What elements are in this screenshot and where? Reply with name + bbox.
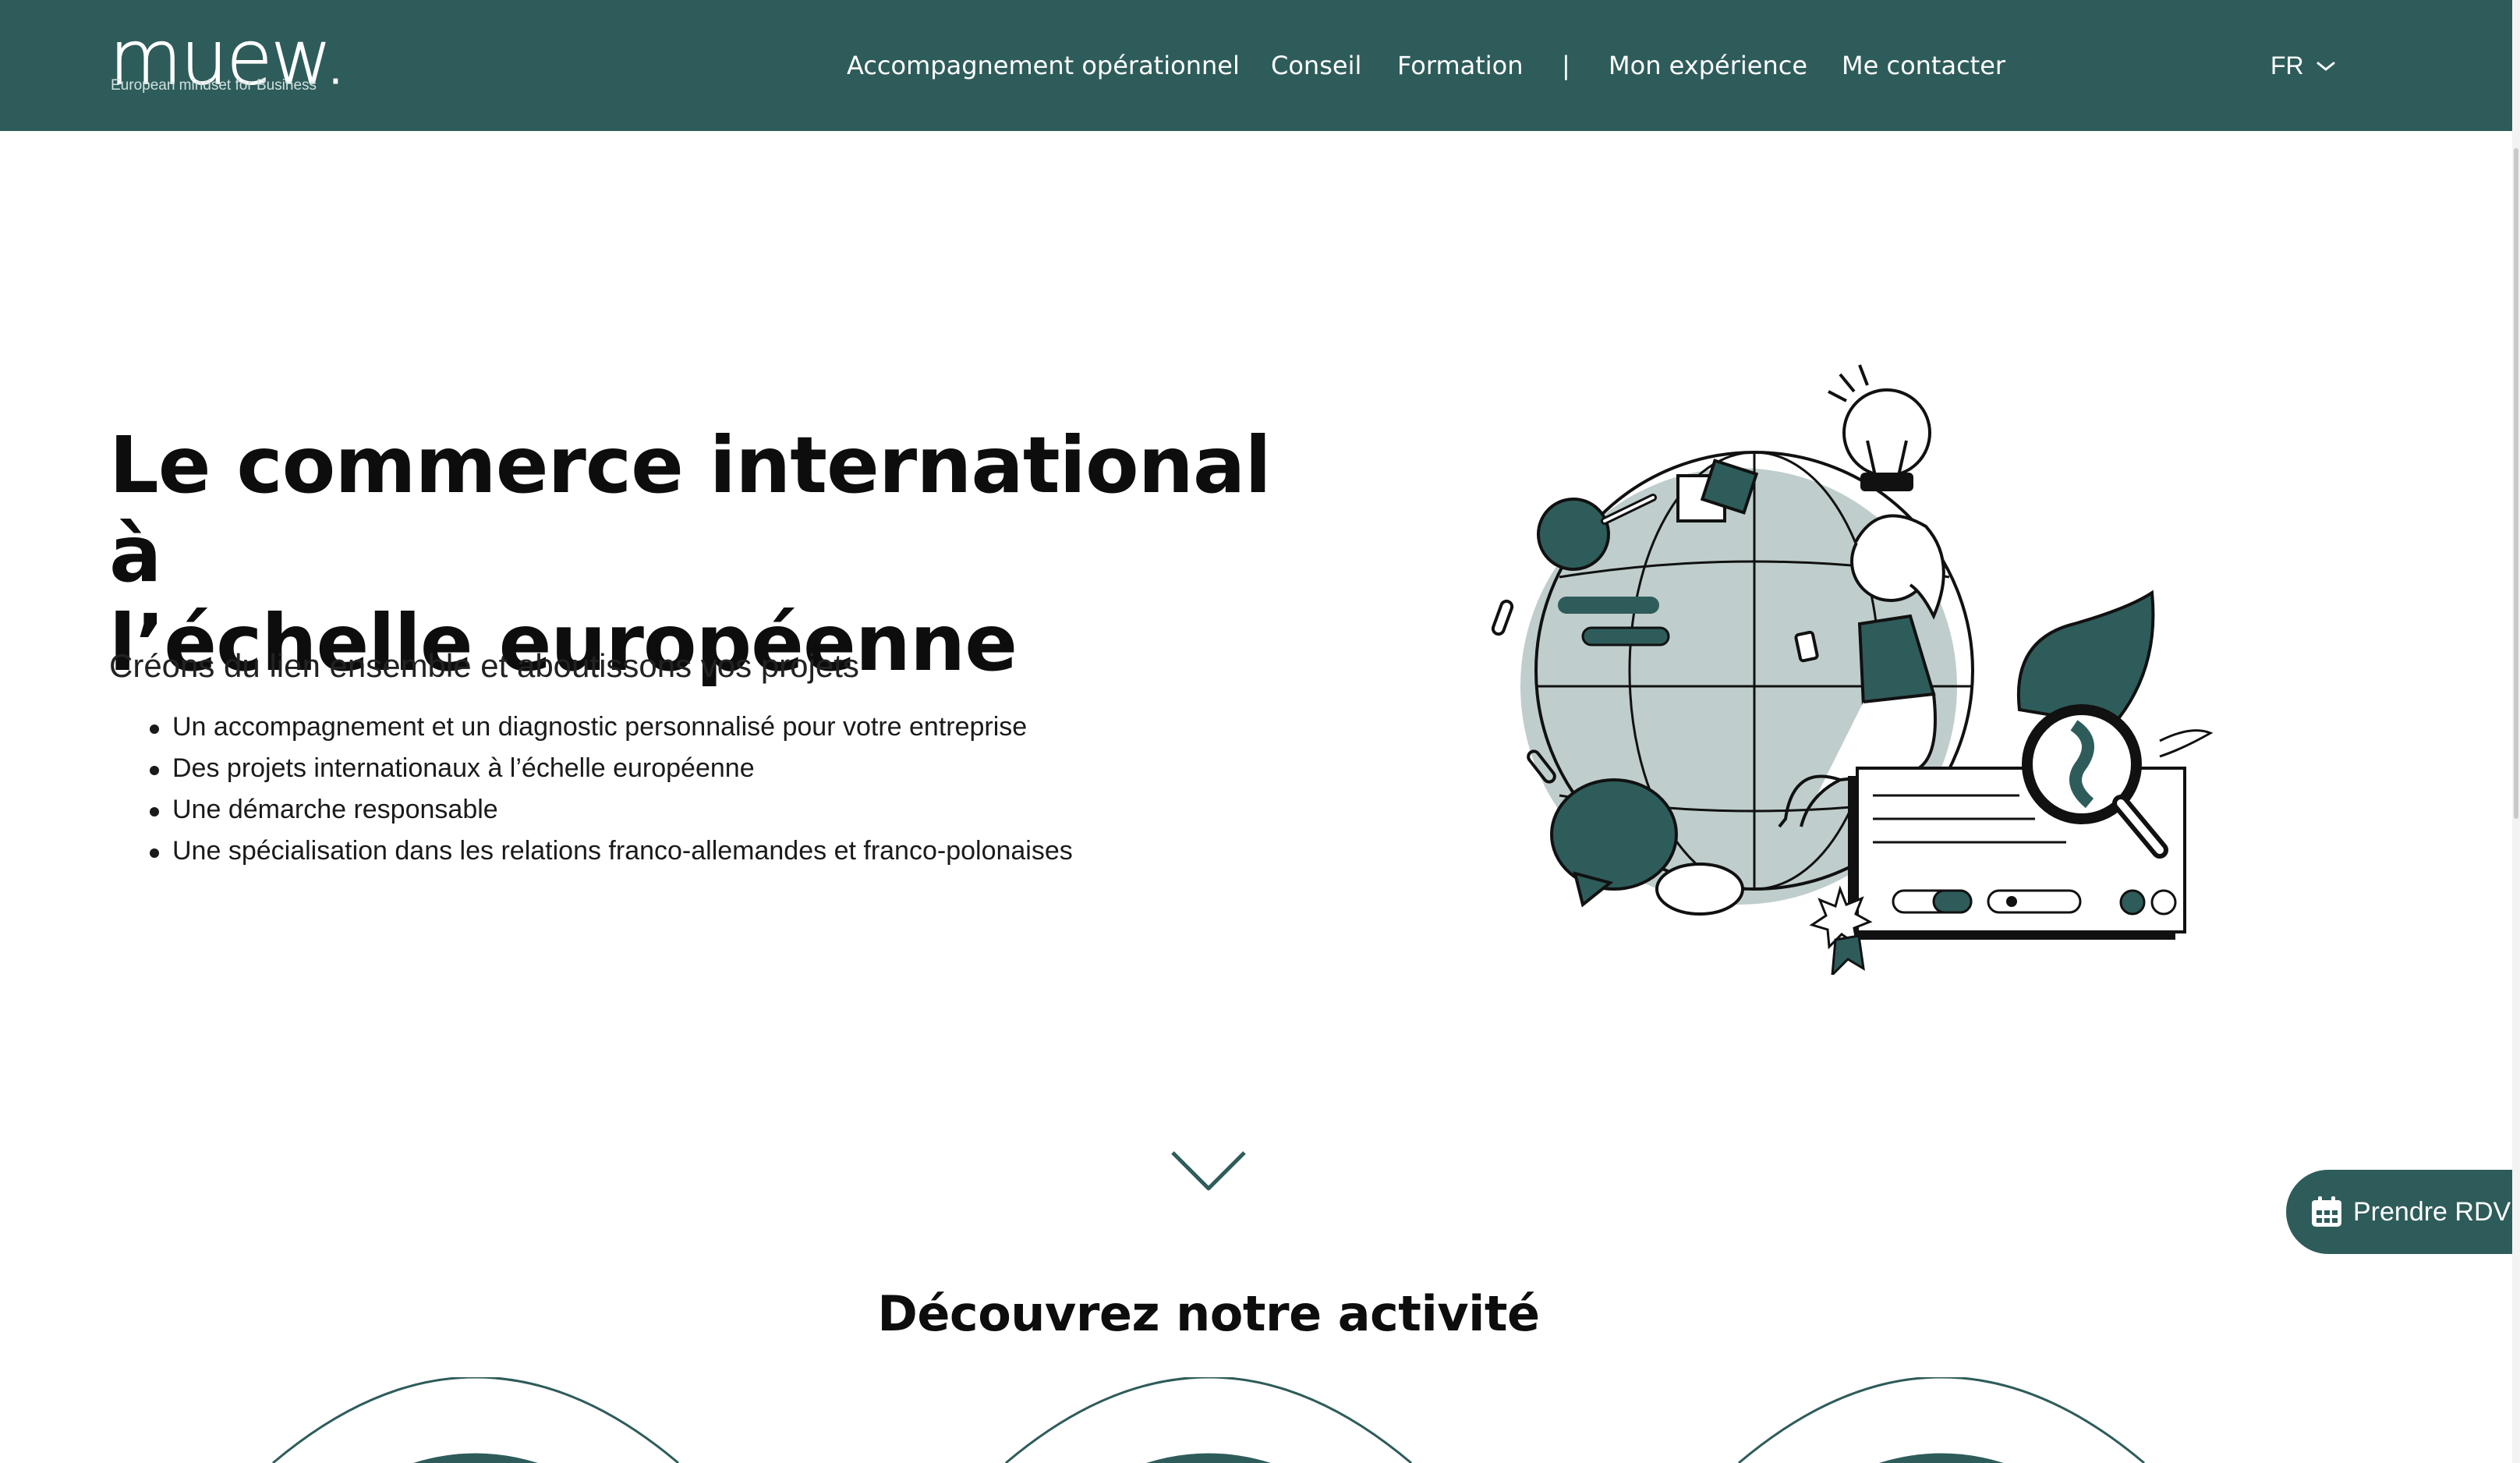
activity-card-2[interactable] [998,1377,1419,1463]
list-item: Une spécialisation dans les relations fr… [109,831,1073,872]
page-scrollbar-thumb[interactable] [2514,148,2518,819]
nav-conseil[interactable]: Conseil [1271,45,1361,86]
list-item: Une démarche responsable [109,789,1073,831]
logo[interactable]: muew. European mindset for Business [109,20,351,106]
nav-formation[interactable]: Formation [1397,45,1524,86]
chevron-down-icon [2316,62,2335,71]
nav-me-contacter[interactable]: Me contacter [1842,45,2005,86]
nav-separator: | [1562,51,1570,80]
activity-card-3[interactable] [1731,1377,2152,1463]
logo-tagline: European mindset for Business [111,77,317,94]
prendre-rdv-label: Prendre RDV [2353,1197,2511,1227]
prendre-rdv-button[interactable]: Prendre RDV [2286,1170,2520,1254]
activity-card-1[interactable] [265,1377,686,1463]
hero-subtitle: Créons du lien ensemble et aboutissons v… [109,647,859,684]
nav-accompagnement[interactable]: Accompagnement opérationnel [847,45,1240,86]
activity-section-title: Découvrez notre activité [877,1285,1540,1342]
hero-illustration [1491,364,2214,975]
site-header: muew. European mindset for Business Acco… [0,0,2520,131]
calendar-icon [2312,1196,2341,1227]
hero-bullet-list: Un accompagnement et un diagnostic perso… [109,707,1073,872]
hero-title-line-1: Le commerce international à [109,420,1272,600]
list-item: Des projets internationaux à l’échelle e… [109,748,1073,789]
list-item: Un accompagnement et un diagnostic perso… [109,707,1073,748]
puzzle-illustration [1676,459,1759,522]
language-selector[interactable]: FR [2270,45,2356,86]
scroll-down-chevron-icon[interactable] [1170,1148,1248,1195]
nav-mon-experience[interactable]: Mon expérience [1609,45,1807,86]
language-code: FR [2270,51,2304,80]
